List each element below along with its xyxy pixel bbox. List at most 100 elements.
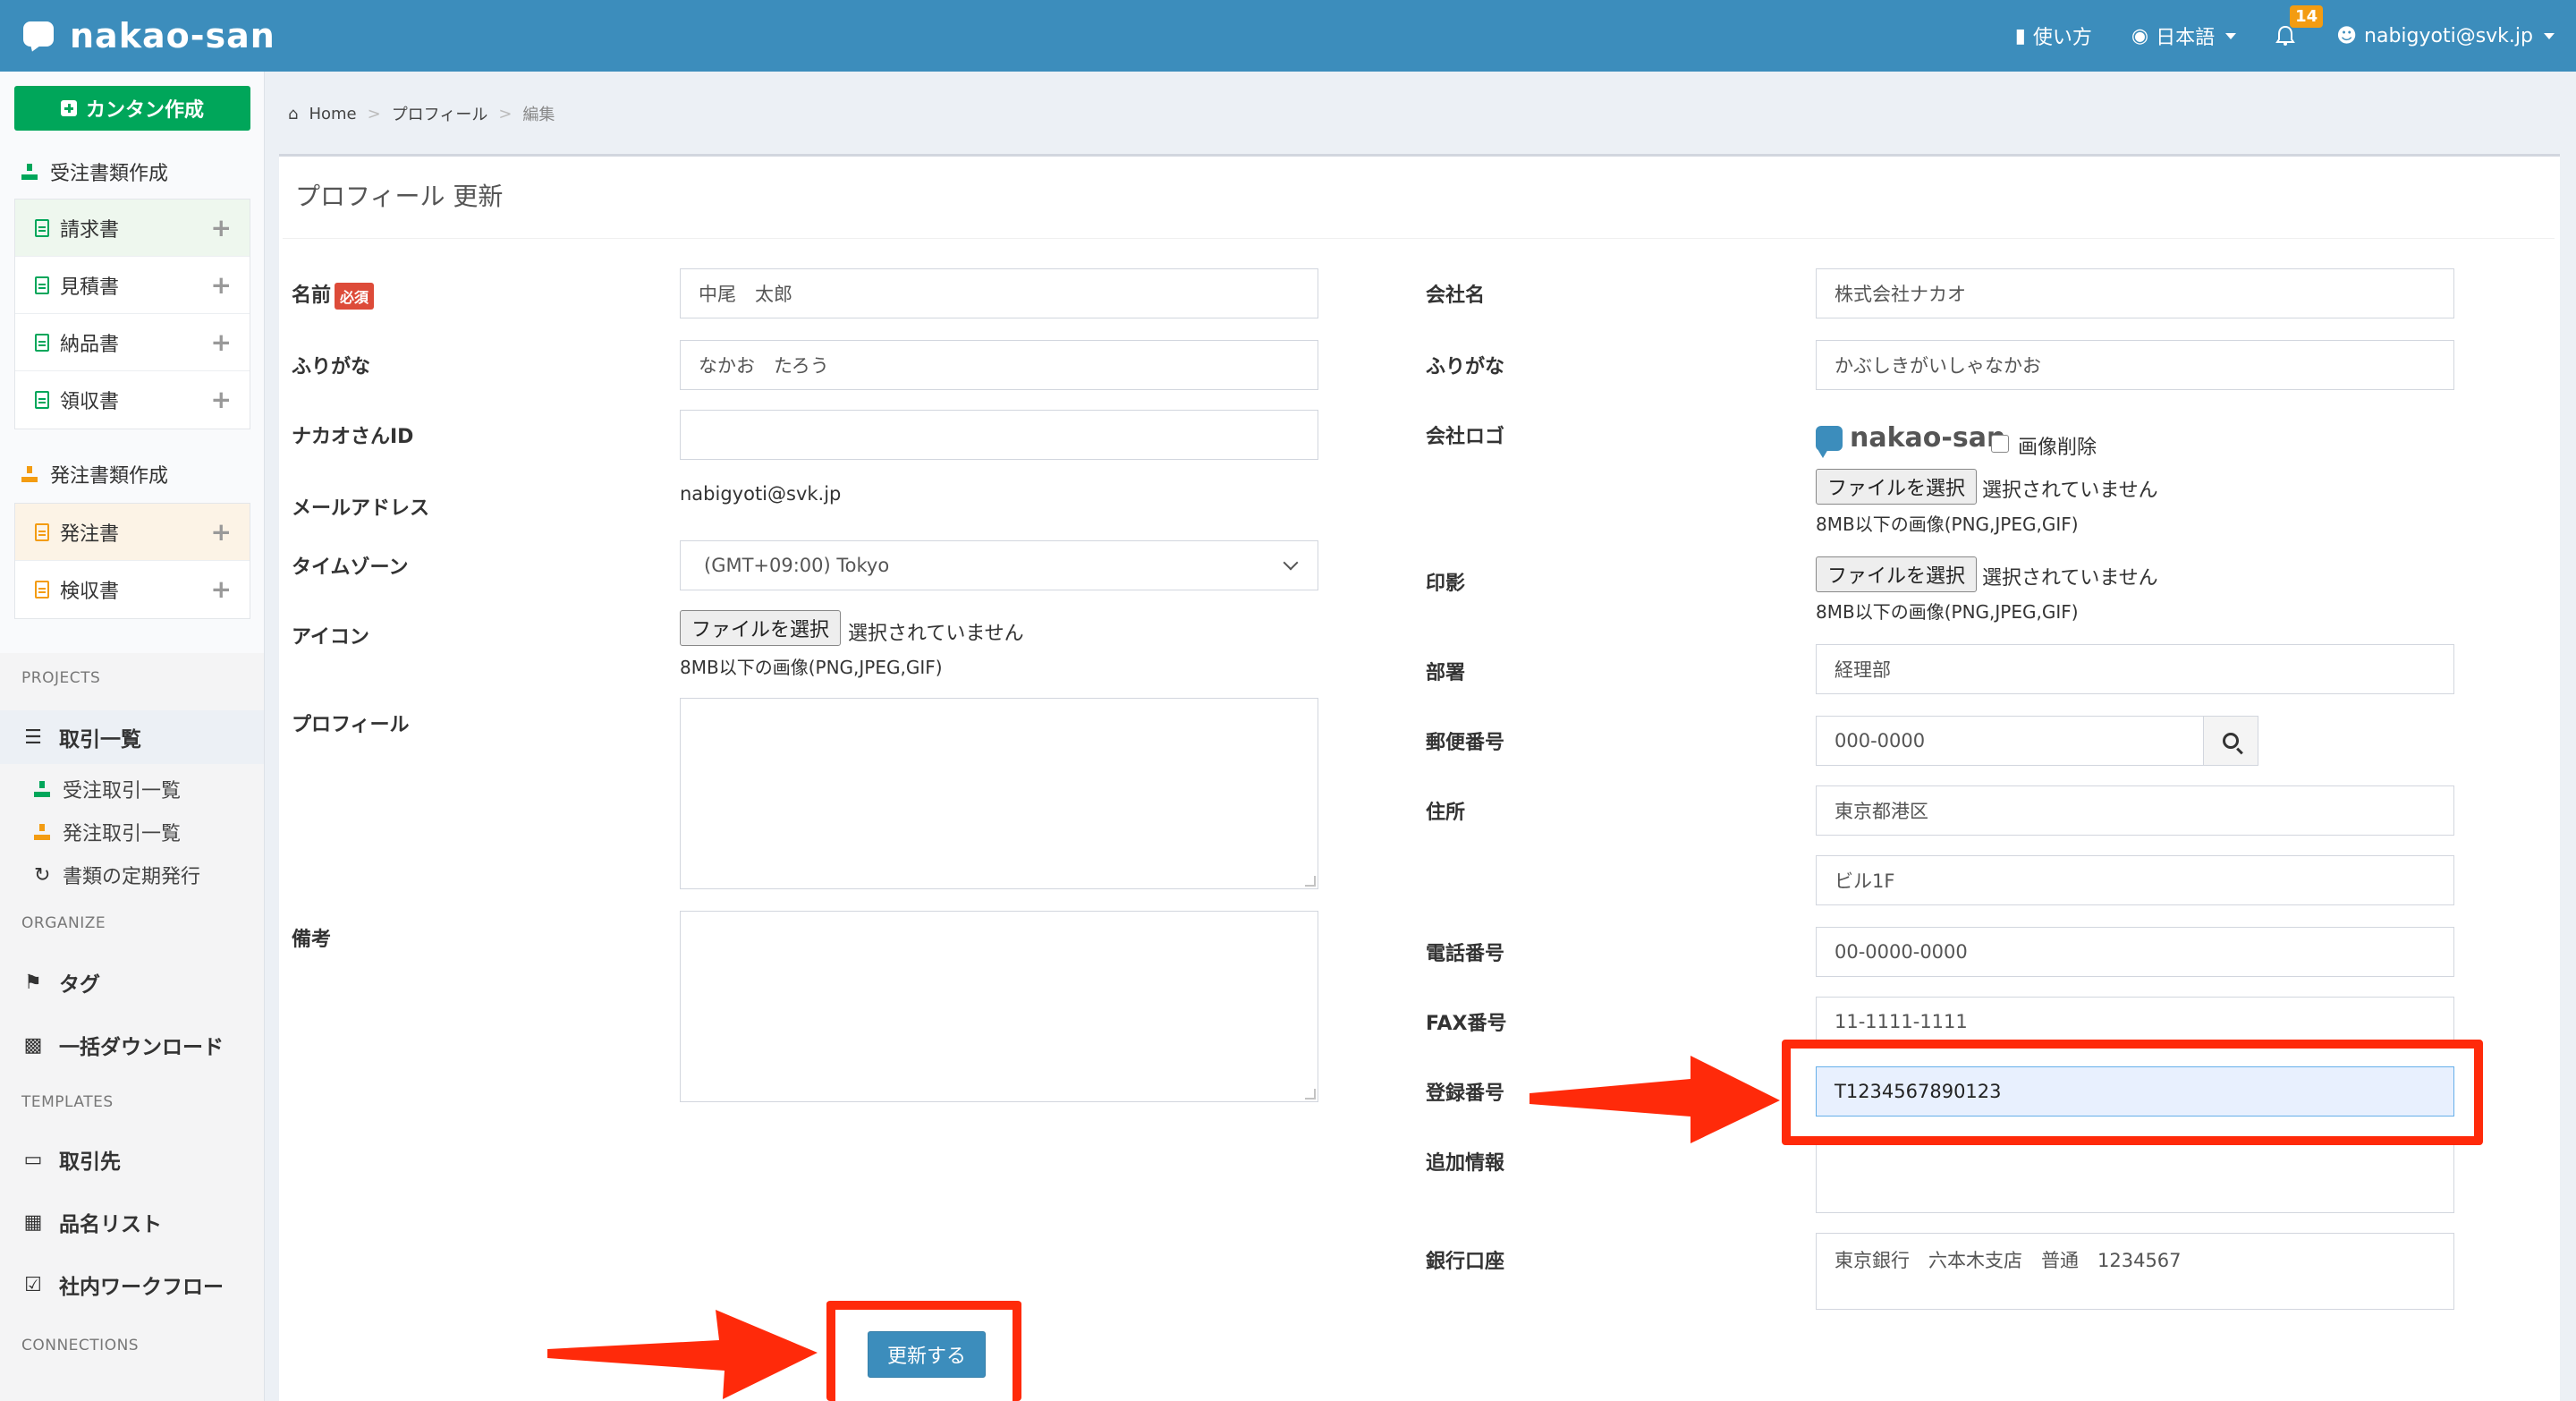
receive-section-label: 受注書類作成: [50, 163, 169, 185]
notifications-button[interactable]: 14: [2275, 5, 2324, 47]
nav-deals-label: 取引一覧: [59, 728, 141, 751]
postal-input[interactable]: 000-0000: [1816, 716, 2204, 766]
refresh-icon: ↻: [34, 863, 51, 887]
add-invoice-icon[interactable]: +: [211, 215, 232, 241]
doc-label: 発注書: [60, 522, 120, 546]
logo-file-hint: 8MB以下の画像(PNG,JPEG,GIF): [1816, 514, 2079, 535]
help-link[interactable]: ▮ 使い方: [2015, 21, 2092, 50]
notes-label: 備考: [292, 929, 332, 951]
user-menu[interactable]: ☻ nabigyoti@svk.jp: [2336, 25, 2555, 47]
category-organize: ORGANIZE: [21, 914, 106, 932]
doc-item-estimate[interactable]: 見積書 +: [15, 257, 250, 314]
department-label: 部署: [1426, 662, 1466, 684]
seal-file-button[interactable]: ファイルを選択: [1816, 556, 1978, 592]
postal-search-button[interactable]: [2203, 716, 2258, 766]
doc-label: 見積書: [60, 276, 120, 299]
company-furigana-label: ふりがな: [1426, 356, 1505, 378]
nav-tags-label: タグ: [59, 973, 100, 997]
nav-items[interactable]: ▦ 品名リスト: [0, 1195, 264, 1249]
department-input[interactable]: 経理部: [1816, 644, 2454, 694]
breadcrumb-separator: >: [498, 104, 513, 123]
address1-input[interactable]: 東京都港区: [1816, 785, 2454, 836]
doc-label: 請求書: [60, 218, 120, 242]
file-icon: [35, 391, 49, 409]
profile-textarea[interactable]: [680, 698, 1318, 889]
logo-file-button[interactable]: ファイルを選択: [1816, 469, 1978, 505]
company-furigana-input[interactable]: かぶしきがいしゃなかお: [1816, 340, 2454, 390]
nakao-id-input[interactable]: [680, 410, 1318, 460]
title-divider: [283, 238, 2555, 239]
category-connections: CONNECTIONS: [21, 1337, 140, 1354]
icon-file-hint: 8MB以下の画像(PNG,JPEG,GIF): [680, 657, 943, 678]
breadcrumb-separator: >: [367, 104, 381, 123]
notes-textarea[interactable]: [680, 911, 1318, 1102]
nav-bulk-download[interactable]: ▩ 一括ダウンロード: [0, 1018, 264, 1072]
nav-clients-label: 取引先: [59, 1151, 121, 1174]
receive-doc-list: 請求書 + 見積書 + 納品書 + 領収書 +: [14, 199, 250, 429]
bank-account-textarea[interactable]: 東京銀行 六本木支店 普通 1234567: [1816, 1233, 2454, 1310]
file-icon: [35, 333, 49, 352]
order-section-header: 発注書類作成: [21, 456, 168, 492]
phone-input[interactable]: 00-0000-0000: [1816, 927, 2454, 977]
delete-image-checkbox[interactable]: [1991, 435, 2009, 453]
order-doc-list: 発注書 + 検収書 +: [14, 503, 250, 619]
language-dropdown[interactable]: ◉ 日本語: [2131, 21, 2237, 50]
fax-label: FAX番号: [1426, 1013, 1507, 1035]
resize-handle[interactable]: [1305, 1089, 1316, 1100]
icon-file-button[interactable]: ファイルを選択: [680, 610, 842, 646]
nakao-id-label: ナカオさんID: [292, 426, 414, 448]
add-delivery-icon[interactable]: +: [211, 329, 232, 355]
extra-info-textarea[interactable]: [1816, 1136, 2454, 1213]
timezone-select[interactable]: (GMT+09:00) Tokyo: [680, 540, 1318, 590]
category-templates: TEMPLATES: [21, 1093, 114, 1111]
nav-deals[interactable]: ☰ 取引一覧: [0, 710, 264, 764]
doc-item-invoice[interactable]: 請求書 +: [15, 200, 250, 257]
doc-item-purchase-order[interactable]: 発注書 +: [15, 504, 250, 561]
add-estimate-icon[interactable]: +: [211, 272, 232, 298]
breadcrumb-profile[interactable]: プロフィール: [392, 102, 488, 125]
brand-logo[interactable]: nakao-san: [23, 13, 275, 59]
quick-create-label: カンタン作成: [85, 99, 204, 122]
nav-received-deals[interactable]: 受注取引一覧: [34, 769, 181, 809]
red-arrow-right-icon: [1530, 1056, 1780, 1143]
nav-workflow[interactable]: ☑ 社内ワークフロー: [0, 1258, 264, 1312]
caret-down-icon: [2544, 32, 2555, 39]
company-input[interactable]: 株式会社ナカオ: [1816, 268, 2454, 318]
resize-handle[interactable]: [1305, 876, 1316, 887]
required-badge: 必須: [335, 283, 375, 310]
add-purchase-order-icon[interactable]: +: [211, 519, 232, 545]
file-icon: [35, 218, 49, 237]
quick-create-button[interactable]: カンタン作成: [14, 86, 250, 131]
nav-clients[interactable]: ▭ 取引先: [0, 1133, 264, 1186]
nav-ordered-deals[interactable]: 発注取引一覧: [34, 812, 181, 852]
doc-item-receipt[interactable]: 領収書 +: [15, 371, 250, 429]
nav-ordered-deals-label: 発注取引一覧: [63, 823, 182, 845]
highlight-update-box: [826, 1301, 1021, 1401]
furigana-input[interactable]: なかお たろう: [680, 340, 1318, 390]
postal-label: 郵便番号: [1426, 732, 1505, 754]
nav-items-label: 品名リスト: [59, 1213, 162, 1236]
breadcrumb-edit: 編集: [522, 106, 555, 124]
email-value: nabigyoti@svk.jp: [680, 483, 842, 505]
nav-bulk-download-label: 一括ダウンロード: [59, 1036, 224, 1059]
name-input[interactable]: 中尾 太郎: [680, 268, 1318, 318]
doc-item-delivery[interactable]: 納品書 +: [15, 314, 250, 371]
nav-recurring[interactable]: ↻ 書類の定期発行: [34, 855, 200, 895]
nav-recurring-label: 書類の定期発行: [63, 866, 201, 888]
phone-label: 電話番号: [1426, 943, 1505, 965]
receive-section-header: 受注書類作成: [21, 154, 168, 190]
brand-name: nakao-san: [70, 16, 275, 55]
chevron-down-icon: [1283, 555, 1299, 571]
breadcrumb-home[interactable]: Home: [309, 105, 356, 123]
doc-item-inspection[interactable]: 検収書 +: [15, 561, 250, 618]
chat-bubble-icon: [1816, 425, 1843, 458]
name-label-text: 名前: [292, 284, 332, 307]
file-icon: [35, 522, 49, 541]
save-icon: ▩: [23, 1033, 43, 1057]
add-inspection-icon[interactable]: +: [211, 577, 232, 602]
delete-image-label: 画像削除: [2018, 437, 2097, 459]
address2-input[interactable]: ビル1F: [1816, 855, 2454, 905]
download-icon: [34, 781, 50, 797]
add-receipt-icon[interactable]: +: [211, 387, 232, 412]
nav-tags[interactable]: ⚑ タグ: [0, 955, 264, 1009]
